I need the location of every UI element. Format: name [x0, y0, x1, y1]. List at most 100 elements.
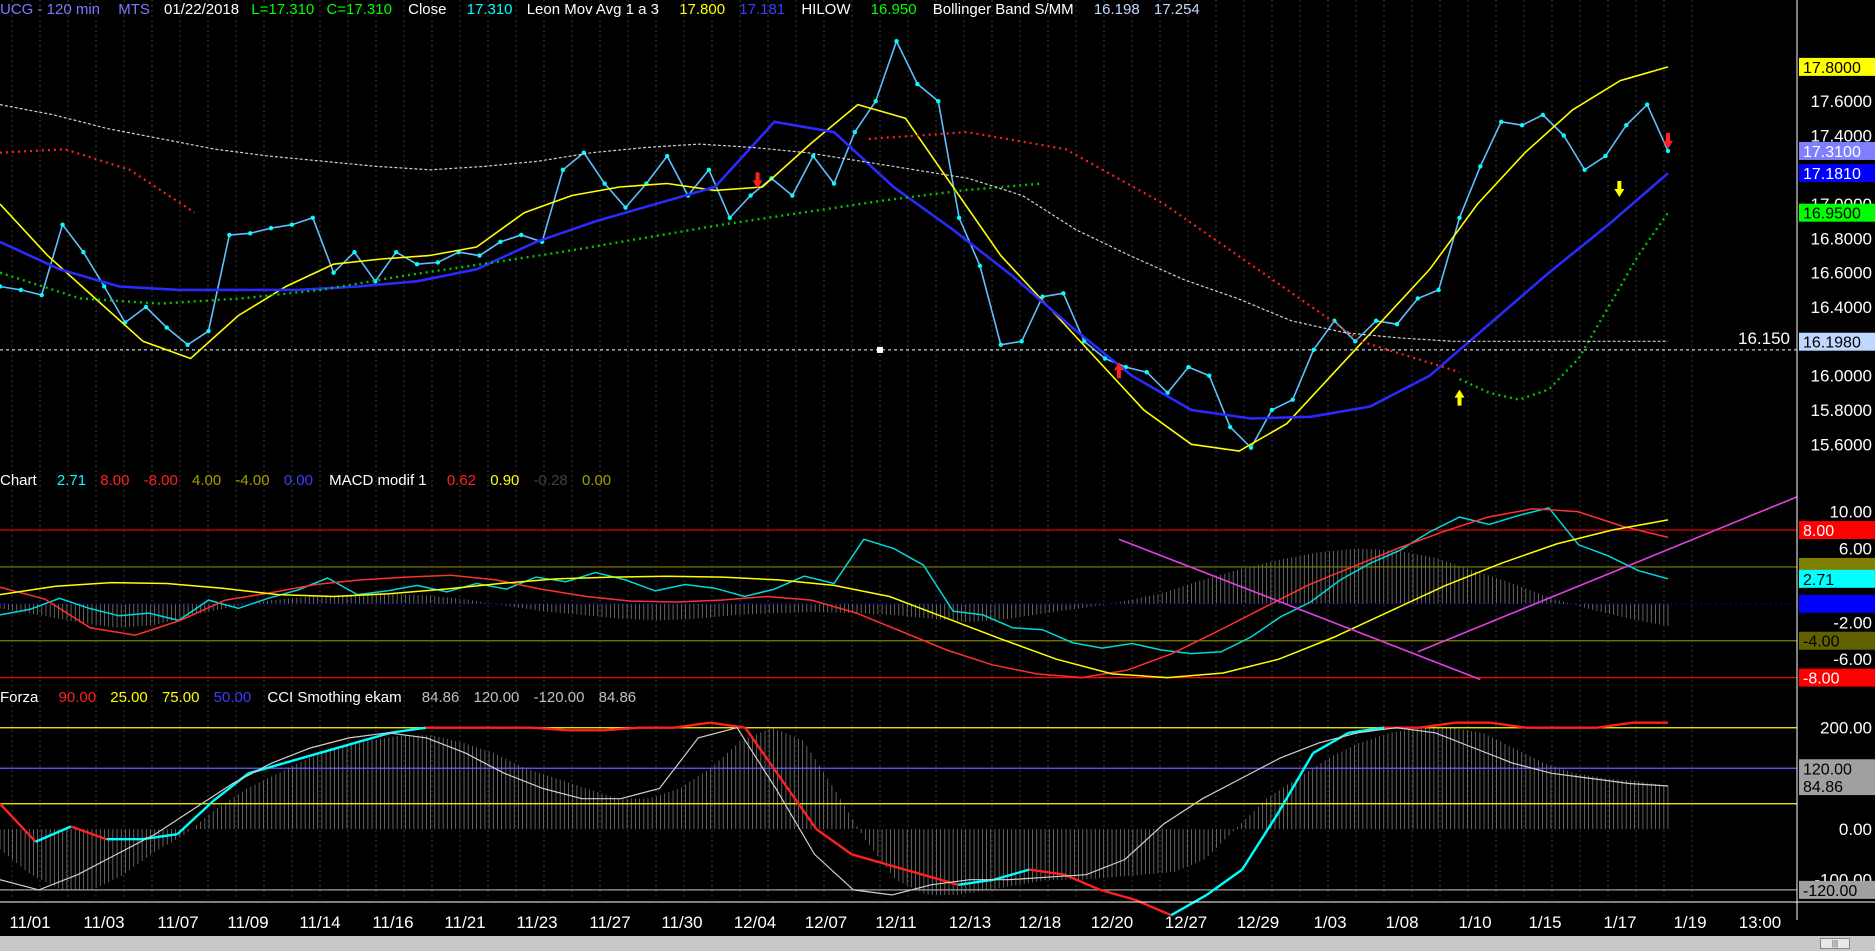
close-point: [1499, 119, 1504, 124]
close-point: [560, 167, 566, 173]
header-leon-value2: 17.181: [739, 1, 785, 18]
x-tick-label: 1/10: [1458, 913, 1491, 932]
cci-header-label: CCI Smothing ekam: [267, 689, 401, 706]
x-tick-label: 11/21: [444, 913, 485, 932]
x-tick-label: 11/30: [661, 913, 702, 932]
close-point: [1519, 123, 1525, 128]
macd-header-m4: 0.00: [582, 472, 611, 489]
close-point: [1665, 148, 1671, 154]
x-tick-label: 1/17: [1603, 913, 1636, 932]
close-point: [790, 193, 795, 198]
close-point: [268, 225, 274, 231]
x-tick-label: 11/27: [589, 913, 630, 932]
header-bollinger-label: Bollinger Band S/MM: [933, 1, 1074, 18]
x-tick-label: 11/14: [299, 913, 340, 932]
close-point: [206, 328, 211, 334]
close-point: [1269, 407, 1275, 413]
cci-header-c1: 84.86: [422, 689, 460, 706]
macd-header-m2: 0.90: [490, 472, 519, 489]
close-point: [289, 222, 295, 227]
price-tick-label: 16.8000: [1811, 229, 1872, 248]
close-point: [977, 263, 983, 269]
macd-tick-label: -2.00: [1833, 613, 1872, 632]
macd-header-m1: 0.62: [447, 472, 476, 489]
x-tick-label: 12/13: [949, 913, 992, 932]
close-point: [1102, 356, 1108, 361]
cci-marker: 120.00: [1803, 761, 1852, 778]
cci-header-name: Forza: [0, 689, 39, 706]
close-point: [1353, 339, 1358, 344]
close-point: [1561, 133, 1566, 138]
x-tick-label: 12/20: [1091, 913, 1134, 932]
macd-marker: -8.00: [1803, 671, 1840, 688]
close-point: [1290, 397, 1295, 402]
close-point: [60, 222, 65, 227]
macd-header-v5: -4.00: [235, 472, 269, 489]
header-close-label: Close: [408, 1, 446, 18]
close-point: [352, 249, 357, 255]
close-point: [810, 153, 816, 159]
horizontal-scrollbar[interactable]: [0, 936, 1875, 951]
cci-header-c2: 120.00: [474, 689, 520, 706]
price-tick-label: 16.4000: [1811, 298, 1872, 317]
close-point: [1540, 112, 1546, 118]
close-point: [1061, 291, 1066, 296]
macd-tick-label: -6.00: [1833, 650, 1872, 669]
close-point: [1373, 318, 1379, 323]
macd-header-label: MACD modif 1: [329, 472, 427, 489]
close-point: [1478, 164, 1483, 169]
x-tick-label: 1/03: [1313, 913, 1346, 932]
close-point: [706, 167, 712, 173]
header-hilow-value: 16.950: [871, 1, 917, 18]
macd-header-v6: 0.00: [284, 472, 313, 489]
macd-header-v4: 4.00: [192, 472, 221, 489]
cci-tick-label: 200.00: [1820, 719, 1872, 738]
x-tick-label: 12/27: [1165, 913, 1208, 932]
price-marker: 16.9500: [1803, 206, 1861, 223]
price-marker: 16.1980: [1803, 335, 1861, 352]
close-point: [665, 153, 670, 159]
close-point: [498, 239, 503, 245]
price-marker: 17.1810: [1803, 166, 1861, 183]
close-point: [143, 304, 149, 310]
cci-header-v3: 75.00: [162, 689, 200, 706]
macd-tick-label: 6.00: [1839, 539, 1872, 558]
header-date: 01/22/2018: [164, 1, 239, 18]
close-point: [1644, 102, 1650, 107]
cci-marker: -120.00: [1803, 883, 1857, 900]
close-point: [1394, 321, 1400, 327]
price-level-marker: [877, 346, 883, 353]
macd-marker: 0.00: [1803, 597, 1834, 614]
vertical-grid: [11, 0, 1693, 900]
price-marker: 17.3100: [1803, 144, 1861, 161]
close-point: [936, 98, 941, 104]
x-tick-label: 1/19: [1673, 913, 1706, 932]
cci-header-c4: 84.86: [599, 689, 637, 706]
close-point: [477, 253, 482, 258]
macd-header-v2: 8.00: [100, 472, 129, 489]
close-point: [1227, 424, 1233, 430]
close-point: [1019, 339, 1024, 344]
price-marker: 17.8000: [1803, 60, 1861, 77]
close-point: [1186, 364, 1191, 370]
x-tick-label: 11/01: [9, 913, 50, 932]
close-point: [1436, 287, 1441, 293]
close-point: [1415, 296, 1421, 301]
close-point: [310, 215, 315, 221]
cci-marker: 84.86: [1803, 779, 1843, 796]
macd-header-name: Chart: [0, 472, 38, 489]
x-tick-label: 12/11: [875, 913, 916, 932]
x-tick-label: 11/16: [372, 913, 413, 932]
close-point: [248, 231, 253, 236]
scrollbar-thumb[interactable]: |||: [1820, 938, 1850, 949]
macd-marker: -4.00: [1803, 634, 1840, 651]
price-tick-label: 15.6000: [1811, 435, 1872, 454]
close-point: [102, 284, 107, 289]
x-tick-label: 12/29: [1237, 913, 1280, 932]
close-point: [164, 325, 169, 330]
macd-marker: 2.71: [1803, 572, 1834, 589]
header-close-value: C=17.310: [326, 1, 391, 18]
x-tick-label: 12/18: [1019, 913, 1062, 932]
price-tick-label: 16.0000: [1811, 367, 1872, 386]
header-bollinger-value2: 17.254: [1154, 1, 1200, 18]
